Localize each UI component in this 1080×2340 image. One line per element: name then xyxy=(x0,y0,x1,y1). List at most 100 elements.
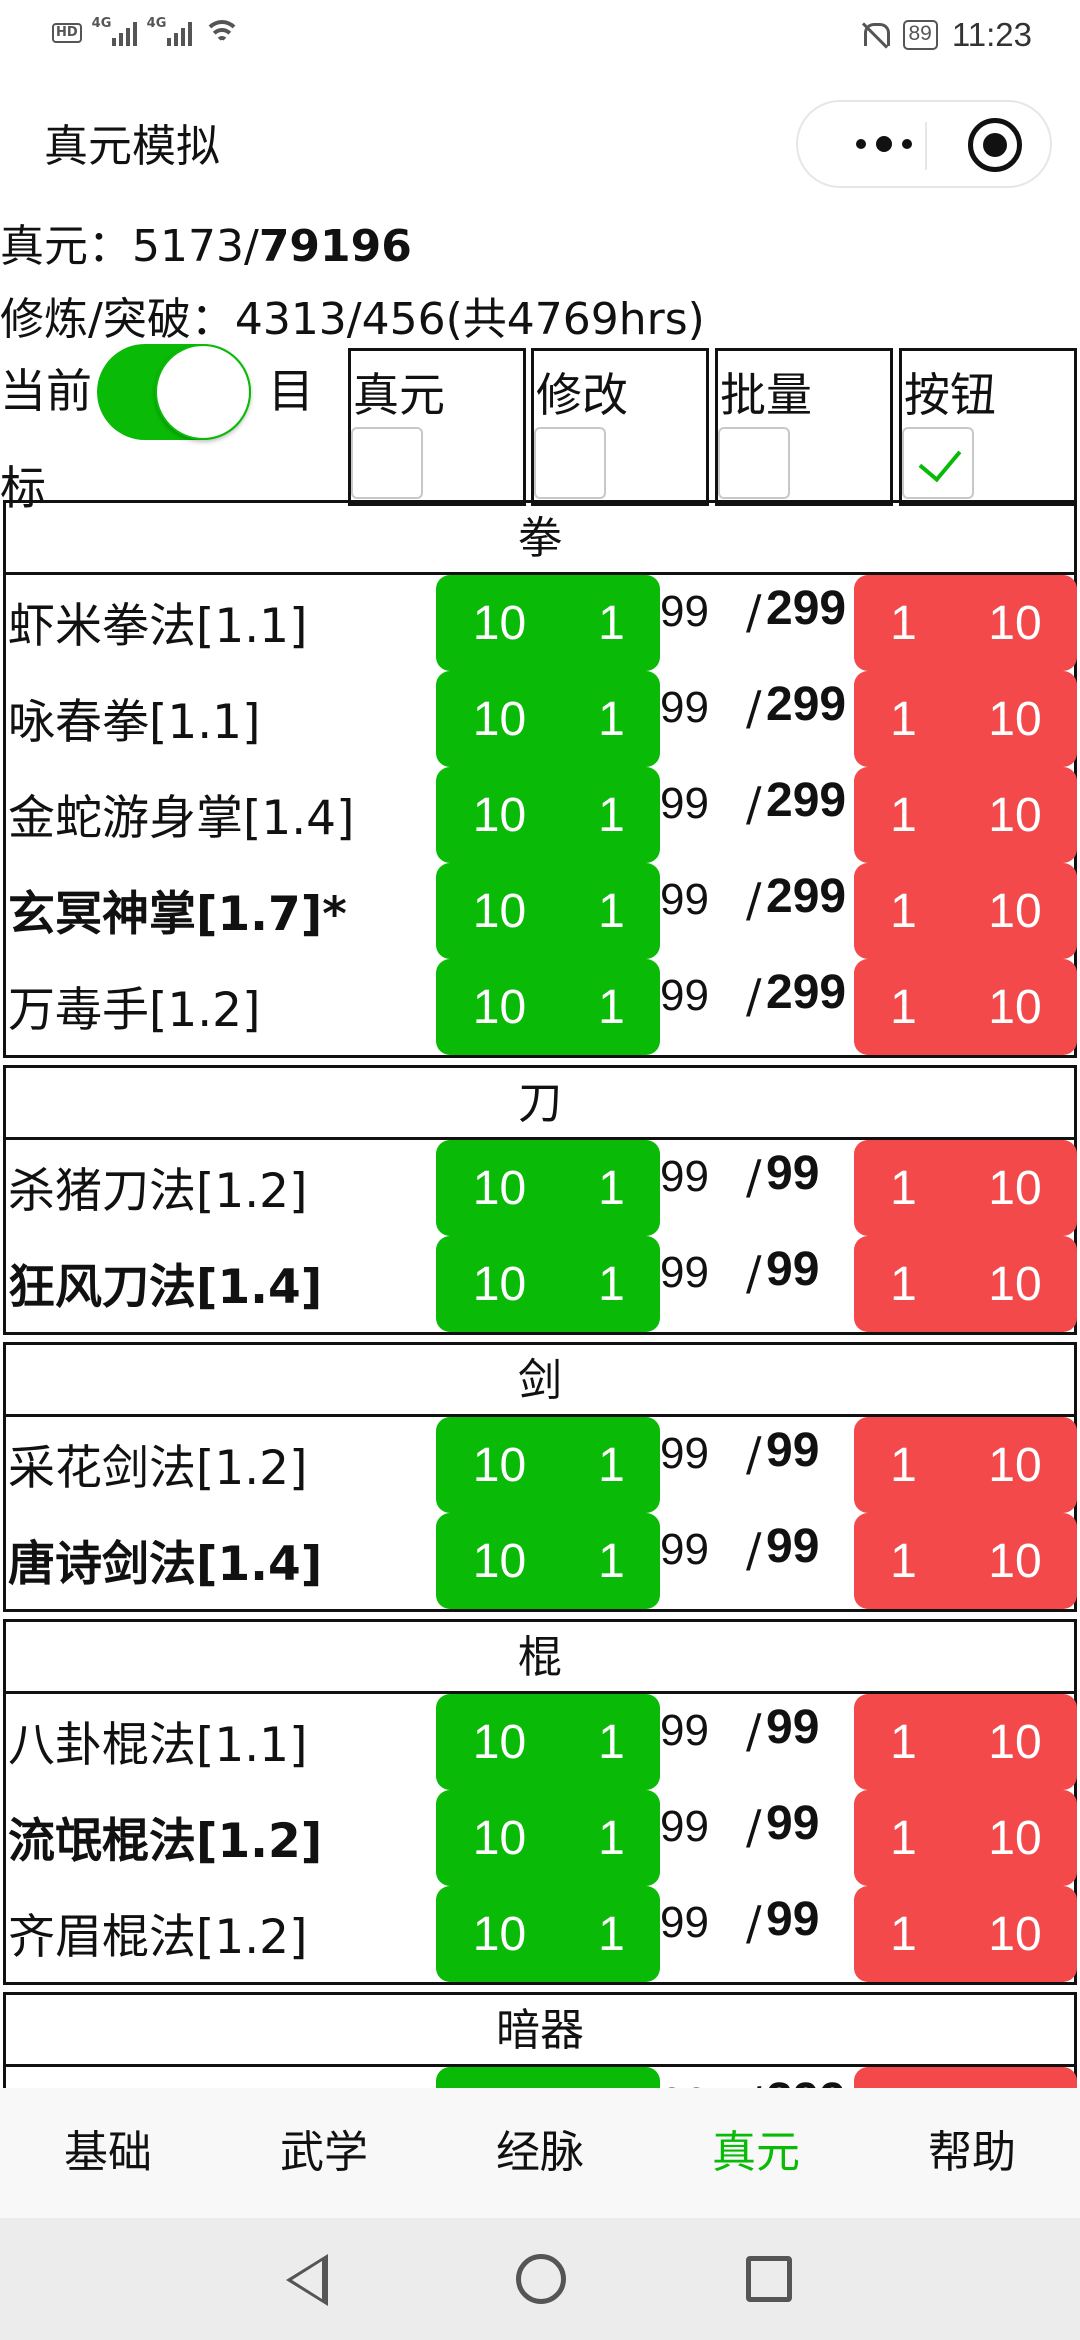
option-label: 按钮 xyxy=(904,368,996,422)
minus-10-button[interactable]: 10 xyxy=(953,575,1077,671)
zhenyuan-total: 79196 xyxy=(258,221,412,272)
category-header: 暗器 xyxy=(6,1995,1074,2067)
option-checkbox[interactable] xyxy=(534,427,606,499)
plus-1-button[interactable]: 1 xyxy=(563,959,660,1055)
plus-1-button[interactable]: 1 xyxy=(563,1513,660,1609)
recent-apps-icon[interactable] xyxy=(746,2256,792,2302)
category-section: 剑采花剑法[1.2] 10 1 99/99 1 10 唐诗剑法[1.4] 10 1 99/99 1 1… xyxy=(3,1342,1077,1612)
minus-1-button[interactable]: 1 xyxy=(854,959,953,1055)
training-summary: 修炼/突破：4313/456(共4769hrs) xyxy=(0,283,705,347)
plus-10-button[interactable]: 10 xyxy=(436,1513,563,1609)
minus-10-button[interactable]: 10 xyxy=(953,1236,1077,1332)
tab-3[interactable]: 真元 xyxy=(648,2088,864,2218)
plus-1-button[interactable]: 1 xyxy=(563,863,660,959)
option-checkbox[interactable] xyxy=(902,427,974,499)
plus-10-button[interactable]: 10 xyxy=(436,575,563,671)
tab-2[interactable]: 经脉 xyxy=(432,2088,648,2218)
option-label: 修改 xyxy=(536,368,628,422)
toggle-right-label-a: 目 xyxy=(268,364,314,418)
skill-level: 99 xyxy=(660,1152,709,1201)
minus-1-button[interactable]: 1 xyxy=(854,1140,953,1236)
plus-10-button[interactable]: 10 xyxy=(436,1140,563,1236)
skill-name: 齐眉棍法[1.2] xyxy=(8,1910,308,1965)
option-checkbox[interactable] xyxy=(718,427,790,499)
toggle-left-label: 当前 xyxy=(0,364,92,418)
minus-1-button[interactable]: 1 xyxy=(854,1513,953,1609)
battery-icon: 89 xyxy=(902,20,938,50)
skill-name: 金蛇游身掌[1.4] xyxy=(8,791,355,846)
category-section: 暗器万毒暗器[1.4]10199/299110 xyxy=(3,1992,1077,2088)
minus-10-button[interactable]: 10 xyxy=(953,671,1077,767)
plus-1-button[interactable]: 1 xyxy=(563,1236,660,1332)
minus-1-button[interactable]: 1 xyxy=(854,767,953,863)
plus-10-button[interactable]: 10 xyxy=(436,959,563,1055)
plus-10-button[interactable]: 10 xyxy=(436,1236,563,1332)
skill-row: 狂风刀法[1.4] 10 1 99/99 1 10 xyxy=(6,1236,1077,1332)
category-header: 拳 xyxy=(6,503,1074,575)
plus-10-button[interactable]: 10 xyxy=(436,1790,563,1886)
minus-1-button[interactable]: 1 xyxy=(854,671,953,767)
skill-max: 299 xyxy=(766,870,847,923)
level-separator: / xyxy=(746,681,762,735)
minus-10-button[interactable]: 10 xyxy=(953,1886,1077,1982)
skill-name: 狂风刀法[1.4] xyxy=(8,1260,323,1315)
minus-1-button[interactable]: 1 xyxy=(854,2067,953,2088)
minus-10-button[interactable]: 10 xyxy=(953,1513,1077,1609)
skill-max: 299 xyxy=(766,582,847,635)
home-icon[interactable] xyxy=(516,2254,566,2304)
plus-10-button[interactable]: 10 xyxy=(436,863,563,959)
skill-level: 99 xyxy=(660,587,709,636)
plus-1-button[interactable]: 1 xyxy=(563,767,660,863)
minus-10-button[interactable]: 10 xyxy=(953,1417,1077,1513)
minus-1-button[interactable]: 1 xyxy=(854,1694,953,1790)
plus-1-button[interactable]: 1 xyxy=(563,1140,660,1236)
category-header: 棍 xyxy=(6,1622,1074,1694)
skill-level: 99 xyxy=(660,1802,709,1851)
minus-1-button[interactable]: 1 xyxy=(854,1790,953,1886)
signal-4g-icon: 4G xyxy=(92,16,137,46)
skill-level: 99 xyxy=(660,2079,709,2088)
minus-10-button[interactable]: 10 xyxy=(953,767,1077,863)
option-checkbox[interactable] xyxy=(351,427,423,499)
plus-10-button[interactable]: 10 xyxy=(436,1694,563,1790)
minus-10-button[interactable]: 10 xyxy=(953,863,1077,959)
category-section: 刀杀猪刀法[1.2] 10 1 99/99 1 10 狂风刀法[1.4] 10 1 99/99 1 1… xyxy=(3,1065,1077,1335)
more-icon[interactable] xyxy=(836,102,932,186)
tab-1[interactable]: 武学 xyxy=(216,2088,432,2218)
category-header: 刀 xyxy=(6,1068,1074,1140)
minus-10-button[interactable]: 10 xyxy=(953,959,1077,1055)
close-target-icon[interactable] xyxy=(968,118,1022,172)
minus-1-button[interactable]: 1 xyxy=(854,1886,953,1982)
minus-10-button[interactable]: 10 xyxy=(953,1140,1077,1236)
skill-row: 虾米拳法[1.1] 10 1 99/299 1 10 xyxy=(6,575,1077,671)
skill-max: 299 xyxy=(766,774,847,827)
minus-1-button[interactable]: 1 xyxy=(854,575,953,671)
plus-10-button[interactable]: 10 xyxy=(436,1417,563,1513)
current-target-switch[interactable] xyxy=(97,344,251,440)
minus-1-button[interactable]: 1 xyxy=(854,1236,953,1332)
minus-1-button[interactable]: 1 xyxy=(854,863,953,959)
minus-10-button[interactable]: 10 xyxy=(953,2067,1077,2088)
tab-0[interactable]: 基础 xyxy=(0,2088,216,2218)
skill-row: 八卦棍法[1.1] 10 1 99/99 1 10 xyxy=(6,1694,1077,1790)
tab-4[interactable]: 帮助 xyxy=(864,2088,1080,2218)
plus-1-button[interactable]: 1 xyxy=(563,1886,660,1982)
plus-1-button[interactable]: 1 xyxy=(563,1694,660,1790)
plus-1-button[interactable]: 1 xyxy=(563,671,660,767)
plus-1-button[interactable]: 1 xyxy=(563,2067,660,2088)
plus-10-button[interactable]: 10 xyxy=(436,767,563,863)
plus-1-button[interactable]: 1 xyxy=(563,575,660,671)
plus-10-button[interactable]: 10 xyxy=(436,671,563,767)
plus-10-button[interactable]: 10 xyxy=(436,2067,563,2088)
plus-10-button[interactable]: 10 xyxy=(436,1886,563,1982)
minus-10-button[interactable]: 10 xyxy=(953,1694,1077,1790)
plus-1-button[interactable]: 1 xyxy=(563,1790,660,1886)
plus-1-button[interactable]: 1 xyxy=(563,1417,660,1513)
back-icon[interactable] xyxy=(286,2254,328,2306)
skill-row: 万毒手[1.2] 10 1 99/299 1 10 xyxy=(6,959,1077,1055)
skill-level: 99 xyxy=(660,1898,709,1947)
minus-10-button[interactable]: 10 xyxy=(953,1790,1077,1886)
minus-1-button[interactable]: 1 xyxy=(854,1417,953,1513)
category-header: 剑 xyxy=(6,1345,1074,1417)
category-section: 棍八卦棍法[1.1] 10 1 99/99 1 10 流氓棍法[1.2] 10 1 99/99 1 1… xyxy=(3,1619,1077,1985)
